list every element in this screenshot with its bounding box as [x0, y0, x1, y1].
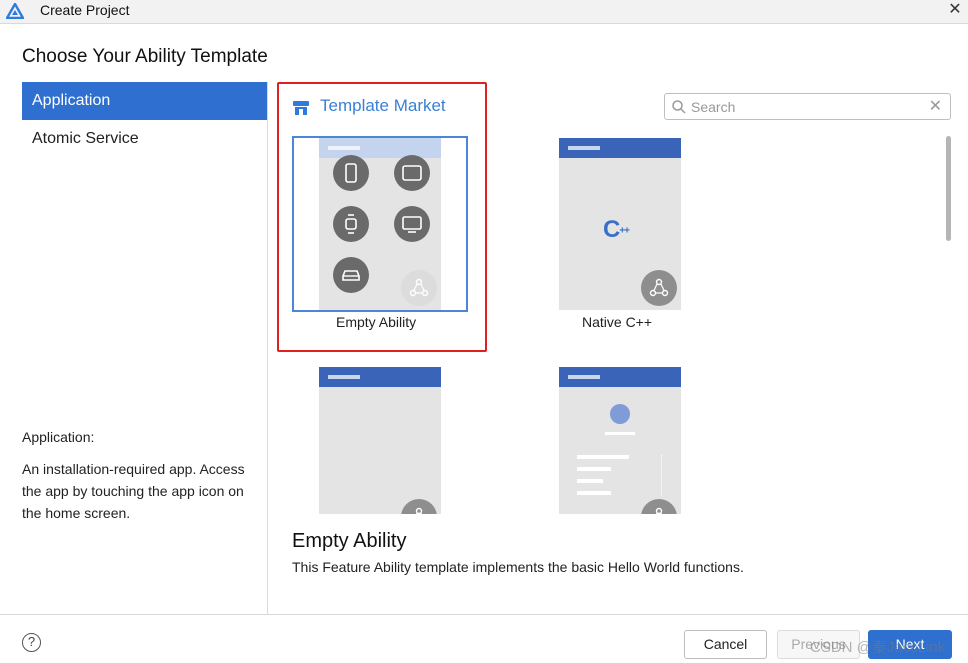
clear-search-icon[interactable]: ✕: [929, 96, 942, 116]
template-thumbnail: [559, 367, 681, 514]
thumbnail-header: [559, 367, 681, 387]
thumbnail-header: [559, 138, 681, 158]
phone-icon: [333, 155, 369, 191]
hub-icon: [641, 270, 677, 306]
template-label: Native C++: [582, 314, 653, 330]
template-card-3[interactable]: [292, 366, 468, 514]
tablet-icon: [394, 155, 430, 191]
name-line: [605, 432, 635, 435]
search-icon: [672, 100, 686, 114]
template-detail-title: Empty Ability: [292, 530, 407, 552]
store-icon: [293, 101, 309, 115]
watch-icon: [333, 206, 369, 242]
help-icon[interactable]: ?: [22, 633, 41, 652]
tv-icon: [394, 206, 430, 242]
thumbnail-header: [319, 367, 441, 387]
template-label: Empty Ability: [336, 314, 417, 330]
sidebar-item-atomic-service[interactable]: Atomic Service: [22, 120, 267, 158]
template-card-empty-ability[interactable]: Empty Ability: [292, 136, 468, 336]
template-card-native-cpp[interactable]: C++ Native C++: [532, 136, 708, 336]
template-thumbnail: [319, 367, 441, 514]
template-grid[interactable]: Empty Ability C++ Native C++: [268, 128, 958, 514]
page-title: Choose Your Ability Template: [22, 46, 268, 67]
cpp-badge: C++: [603, 216, 630, 243]
template-card-4[interactable]: [532, 366, 708, 514]
footer-divider: [0, 614, 968, 615]
description-text: An installation-required app. Access the…: [22, 461, 245, 521]
thumbnail-header: [319, 138, 441, 158]
avatar-icon: [610, 404, 630, 424]
hub-icon: [401, 270, 437, 306]
search-input[interactable]: [691, 97, 921, 116]
previous-button[interactable]: Previous: [777, 630, 860, 659]
hub-icon: [401, 499, 437, 514]
car-icon: [333, 257, 369, 293]
scrollbar[interactable]: [946, 136, 951, 241]
description-title: Application:: [22, 429, 95, 445]
app-logo-icon: [6, 3, 24, 19]
next-button[interactable]: Next: [868, 630, 952, 659]
template-market-label: Template Market: [320, 96, 446, 115]
sidebar-description: Application: An installation-required ap…: [22, 426, 252, 524]
cancel-button[interactable]: Cancel: [684, 630, 767, 659]
close-window-button[interactable]: ✕: [944, 0, 966, 22]
sidebar: Application Atomic Service: [22, 82, 267, 158]
list-lines: [577, 455, 663, 495]
template-detail-description: This Feature Ability template implements…: [292, 559, 744, 575]
sidebar-item-application[interactable]: Application: [22, 82, 267, 120]
template-thumbnail: C++: [559, 138, 681, 310]
search-box[interactable]: ✕: [664, 93, 951, 120]
template-thumbnail: [319, 138, 441, 310]
title-bar: Create Project ✕: [0, 0, 968, 24]
hub-icon: [641, 499, 677, 514]
window-title: Create Project: [40, 2, 130, 18]
